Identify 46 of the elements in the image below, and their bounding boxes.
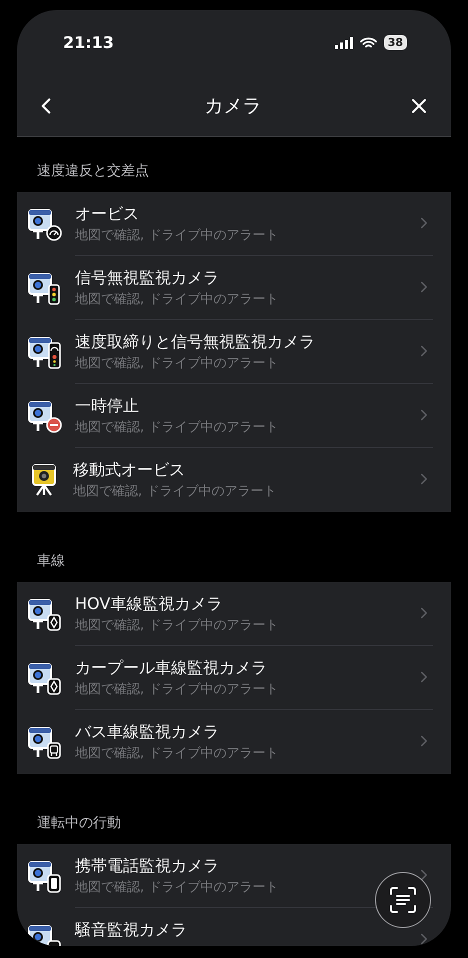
camera-icon: [27, 334, 63, 370]
item-title: バス車線監視カメラ: [75, 722, 220, 743]
camera-list-item[interactable]: 一時停止 地図で確認, ドライブ中のアラート: [17, 384, 451, 448]
item-title: 騒音監視カメラ: [75, 920, 188, 941]
camera-list-item[interactable]: カープール車線監視カメラ 地図で確認, ドライブ中のアラート: [17, 646, 451, 710]
section-title: 運転中の行動: [37, 814, 121, 832]
camera-icon: [27, 596, 63, 632]
item-subtitle: 地図で確認, ドライブ中のアラート: [75, 617, 280, 634]
battery-level: 38: [384, 35, 407, 50]
camera-list-item[interactable]: オービス 地図で確認, ドライブ中のアラート: [17, 192, 451, 256]
item-subtitle: 地図で確認, ドライブ中のアラート: [75, 227, 280, 244]
item-title: 移動式オービス: [73, 460, 186, 481]
item-title: 信号無視監視カメラ: [75, 268, 220, 289]
item-title: 携帯電話監視カメラ: [75, 856, 220, 877]
camera-icon: [27, 724, 63, 760]
item-subtitle: 地図で確認, ドライブ中のアラート: [75, 745, 280, 762]
section-title: 速度違反と交差点: [37, 162, 149, 180]
camera-list-item[interactable]: 移動式オービス 地図で確認, ドライブ中のアラート: [17, 448, 451, 512]
item-title: オービス: [75, 204, 140, 225]
camera-icon: [27, 398, 63, 434]
camera-icon: [27, 206, 63, 242]
section-title: 車線: [37, 552, 65, 570]
camera-list-item[interactable]: 信号無視監視カメラ 地図で確認, ドライブ中のアラート: [17, 256, 451, 320]
item-title: HOV車線監視カメラ: [75, 594, 224, 615]
status-time: 21:13: [63, 33, 114, 52]
item-subtitle: 地図で確認, ドライブ中のアラート: [75, 879, 280, 896]
page-title: カメラ: [204, 94, 262, 118]
item-title: 速度取締りと信号無視監視カメラ: [75, 332, 316, 353]
item-subtitle: 地図で確認, ドライブ中のアラート: [75, 419, 280, 436]
camera-list-item[interactable]: 騒音監視カメラ: [17, 908, 451, 946]
camera-list-item[interactable]: 速度取締りと信号無視監視カメラ 地図で確認, ドライブ中のアラート: [17, 320, 451, 384]
item-title: カープール車線監視カメラ: [75, 658, 268, 679]
item-subtitle: 地図で確認, ドライブ中のアラート: [75, 355, 280, 372]
camera-list-item[interactable]: バス車線監視カメラ 地図で確認, ドライブ中のアラート: [17, 710, 451, 774]
camera-list-item[interactable]: HOV車線監視カメラ 地図で確認, ドライブ中のアラート: [17, 582, 451, 646]
camera-icon: [27, 858, 63, 894]
item-subtitle: 地図で確認, ドライブ中のアラート: [75, 681, 280, 698]
item-title: 一時停止: [75, 396, 140, 417]
camera-icon: [27, 660, 63, 696]
item-subtitle: 地図で確認, ドライブ中のアラート: [73, 483, 278, 500]
wifi-icon: [360, 36, 377, 48]
camera-icon: [27, 270, 63, 306]
signal-icon: [334, 36, 353, 48]
camera-list-item[interactable]: 携帯電話監視カメラ 地図で確認, ドライブ中のアラート: [17, 844, 451, 908]
scan-text-icon: [388, 885, 418, 915]
item-subtitle: 地図で確認, ドライブ中のアラート: [75, 291, 280, 308]
